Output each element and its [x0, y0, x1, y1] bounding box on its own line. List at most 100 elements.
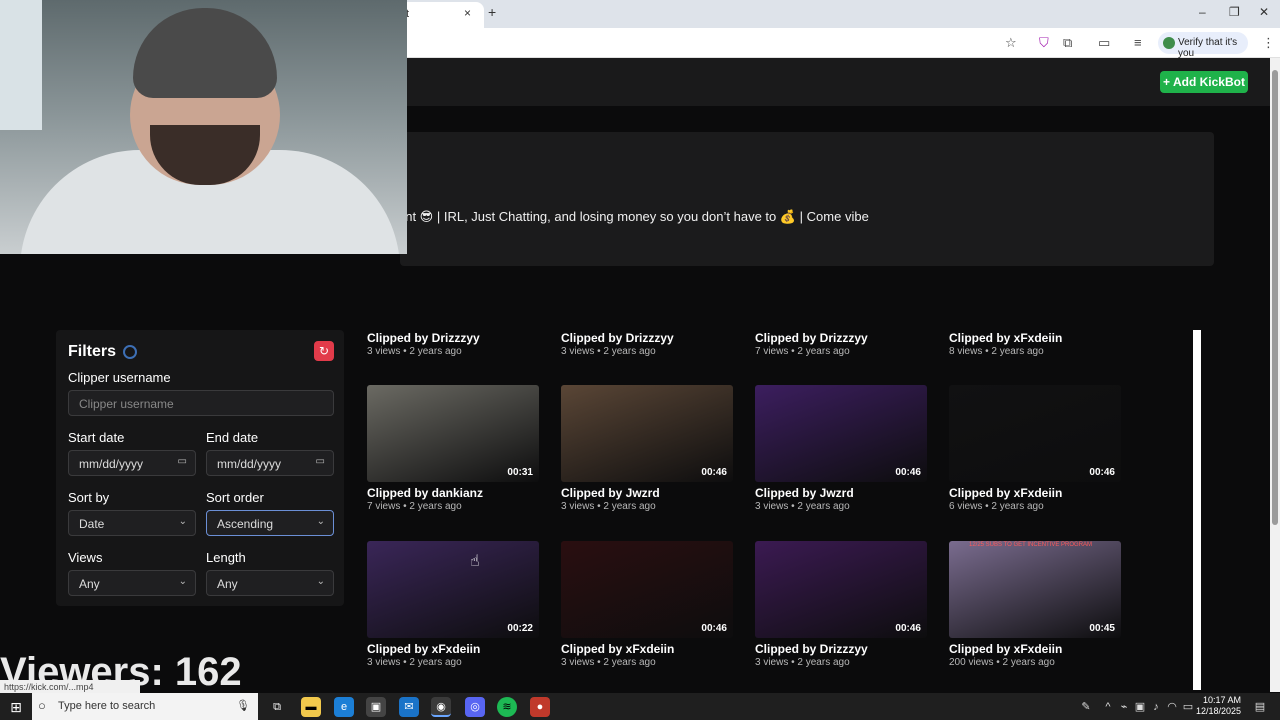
- chrome-icon[interactable]: ◉: [431, 697, 451, 717]
- reset-filters-button[interactable]: ↻: [314, 341, 334, 361]
- sort-by-value: Date: [79, 517, 105, 531]
- notifications-icon[interactable]: ▤: [1250, 697, 1270, 717]
- sort-by-select[interactable]: Date ⌄: [68, 510, 196, 536]
- clip-thumbnail[interactable]: 00:46: [755, 385, 927, 482]
- clip-title[interactable]: Clipped by xFxdeiin: [949, 331, 1062, 345]
- task-view-icon[interactable]: ⧉: [267, 697, 287, 717]
- taskbar-clock[interactable]: 10:17 AM 12/18/2025: [1196, 695, 1241, 717]
- more-menu-icon[interactable]: ⋮: [1262, 35, 1275, 51]
- clip-thumbnail[interactable]: 00:46: [949, 385, 1121, 482]
- clip-title[interactable]: Clipped by xFxdeiin: [367, 642, 480, 656]
- sort-order-value: Ascending: [217, 517, 274, 531]
- clip-meta: 7 views • 2 years ago: [755, 346, 850, 357]
- clip-title[interactable]: Clipped by xFxdeiin: [561, 642, 674, 656]
- end-date-input[interactable]: mm/dd/yyyy ▭: [206, 450, 334, 476]
- app-icon[interactable]: ●: [530, 697, 550, 717]
- windows-taskbar: ⊞ ○ Type here to search 🎙 ⧉ ▬ e ▣ ✉ ◉ ◎ …: [0, 693, 1280, 720]
- store-icon[interactable]: ▣: [366, 697, 386, 717]
- clip-meta: 3 views • 2 years ago: [367, 657, 462, 668]
- calendar-icon[interactable]: ▭: [178, 456, 187, 467]
- spotify-icon[interactable]: ≋: [497, 697, 517, 717]
- sort-order-label: Sort order: [206, 490, 264, 505]
- pen-icon[interactable]: ✎: [1076, 697, 1096, 717]
- clip-thumbnail[interactable]: 00:46: [755, 541, 927, 638]
- add-kickbot-button[interactable]: + Add KickBot: [1160, 71, 1248, 93]
- close-window-icon[interactable]: ✕: [1259, 5, 1269, 19]
- filters-panel: Filters ↻ Clipper username Clipper usern…: [56, 330, 344, 606]
- microphone-icon[interactable]: 🎙: [236, 699, 250, 712]
- clip-duration: 00:46: [1089, 467, 1115, 478]
- clip-title[interactable]: Clipped by Jwzrd: [755, 486, 854, 500]
- clip-title[interactable]: Clipped by Drizzzyy: [755, 642, 868, 656]
- clip-title[interactable]: Clipped by dankianz: [367, 486, 483, 500]
- clips-scrollbar[interactable]: [1193, 330, 1201, 690]
- avatar: [1163, 37, 1175, 49]
- clip-title[interactable]: Clipped by Drizzzyy: [367, 331, 480, 345]
- views-select[interactable]: Any ⌄: [68, 570, 196, 596]
- battery-icon[interactable]: ▭: [1178, 697, 1198, 717]
- start-date-input[interactable]: mm/dd/yyyy ▭: [68, 450, 196, 476]
- clip-duration: 00:46: [701, 467, 727, 478]
- clip-meta: 3 views • 2 years ago: [755, 501, 850, 512]
- calendar-icon[interactable]: ▭: [316, 456, 325, 467]
- clip-duration: 00:46: [701, 623, 727, 634]
- clip-title[interactable]: Clipped by Drizzzyy: [561, 331, 674, 345]
- taskbar-search-input[interactable]: ○ Type here to search 🎙: [32, 693, 258, 720]
- clip-duration: 00:46: [895, 623, 921, 634]
- sort-by-label: Sort by: [68, 490, 110, 505]
- chevron-down-icon: ⌄: [316, 516, 325, 527]
- start-date-value: mm/dd/yyyy: [79, 457, 144, 471]
- clip-thumbnail[interactable]: 00:46: [561, 385, 733, 482]
- extensions-icon[interactable]: ⧉: [1063, 35, 1072, 51]
- verify-label: Verify that it's you: [1178, 37, 1238, 59]
- filters-title: Filters: [68, 343, 117, 360]
- length-value: Any: [217, 577, 238, 591]
- page-scrollbar-thumb[interactable]: [1272, 70, 1278, 525]
- sort-order-select[interactable]: Ascending ⌄: [206, 510, 334, 536]
- views-label: Views: [68, 550, 103, 565]
- clip-meta: 3 views • 2 years ago: [561, 657, 656, 668]
- close-tab-icon[interactable]: ×: [464, 6, 471, 20]
- minimize-icon[interactable]: –: [1199, 5, 1206, 19]
- clip-meta: 8 views • 2 years ago: [949, 346, 1044, 357]
- clipper-username-input[interactable]: Clipper username: [68, 390, 334, 416]
- cast-icon[interactable]: ▭: [1098, 35, 1110, 51]
- verify-profile-button[interactable]: Verify that it's you: [1158, 32, 1248, 59]
- length-label: Length: [206, 550, 246, 565]
- clip-title[interactable]: Clipped by xFxdeiin: [949, 642, 1062, 656]
- clock-date: 12/18/2025: [1196, 706, 1242, 716]
- search-icon: ○: [38, 698, 46, 713]
- edge-icon[interactable]: e: [334, 697, 354, 717]
- clip-thumbnail[interactable]: 00:22: [367, 541, 539, 638]
- cam-window: [0, 0, 42, 130]
- extension-shield-icon[interactable]: ⛉: [1039, 35, 1049, 51]
- clip-title[interactable]: Clipped by Jwzrd: [561, 486, 660, 500]
- clip-duration: 00:31: [507, 467, 533, 478]
- clip-title[interactable]: Clipped by Drizzzyy: [755, 331, 868, 345]
- end-date-value: mm/dd/yyyy: [217, 457, 282, 471]
- file-explorer-icon[interactable]: ▬: [301, 697, 321, 717]
- discord-icon[interactable]: ◎: [465, 697, 485, 717]
- restore-icon[interactable]: ❐: [1229, 5, 1240, 19]
- clip-thumbnail[interactable]: 00:46: [561, 541, 733, 638]
- new-tab-button[interactable]: +: [488, 4, 496, 20]
- clip-thumbnail[interactable]: 00:31: [367, 385, 539, 482]
- clip-meta: 3 views • 2 years ago: [367, 346, 462, 357]
- clip-meta: 3 views • 2 years ago: [561, 346, 656, 357]
- chevron-down-icon: ⌄: [178, 516, 187, 527]
- chevron-down-icon: ⌄: [316, 576, 325, 587]
- clip-title[interactable]: Clipped by xFxdeiin: [949, 486, 1062, 500]
- reading-list-icon[interactable]: ≡: [1134, 35, 1142, 50]
- windows-start-icon[interactable]: ⊞: [6, 697, 26, 717]
- browser-tab[interactable]: t ×: [400, 2, 484, 28]
- clip-thumbnail[interactable]: 12/25 SUBS TO GET INCENTIVE PROGRAM 00:4…: [949, 541, 1121, 638]
- mail-icon[interactable]: ✉: [399, 697, 419, 717]
- channel-description: ent 😎 | IRL, Just Chatting, and losing m…: [398, 209, 869, 224]
- length-select[interactable]: Any ⌄: [206, 570, 334, 596]
- bookmark-star-icon[interactable]: ☆: [1005, 35, 1017, 51]
- clip-duration: 00:22: [507, 623, 533, 634]
- clip-duration: 00:46: [895, 467, 921, 478]
- thumbnail-overlay-text: 12/25 SUBS TO GET INCENTIVE PROGRAM: [969, 542, 1093, 548]
- start-date-label: Start date: [68, 430, 125, 445]
- views-value: Any: [79, 577, 100, 591]
